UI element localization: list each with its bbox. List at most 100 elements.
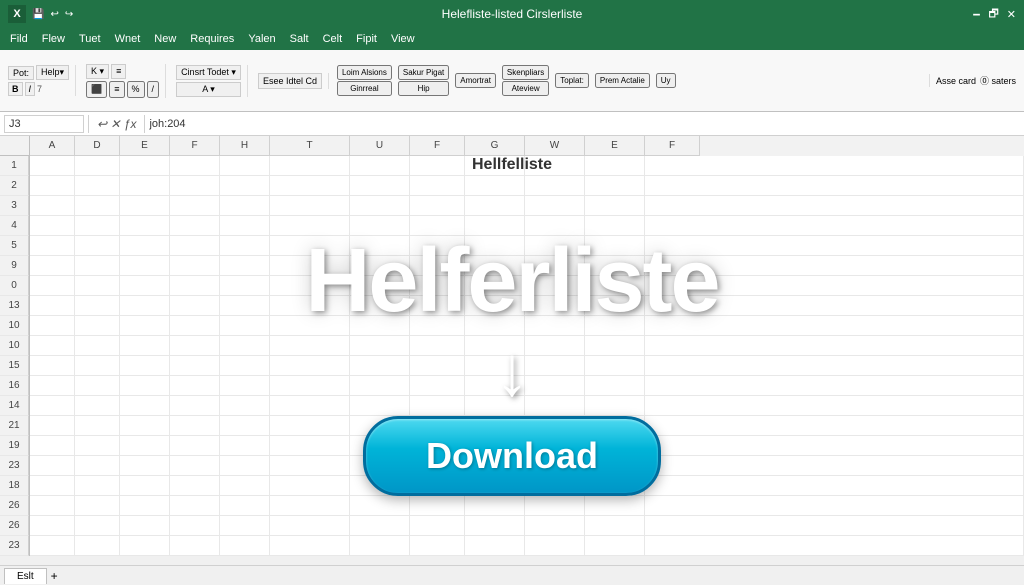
cell-19-10[interactable]: [585, 516, 645, 536]
cell-5-1[interactable]: [75, 236, 120, 256]
cell-19-last[interactable]: [645, 516, 1024, 536]
cell-7-10[interactable]: [585, 276, 645, 296]
cell-3-3[interactable]: [170, 196, 220, 216]
cell-16-2[interactable]: [120, 456, 170, 476]
row-header-26b[interactable]: 26: [0, 516, 29, 536]
cell-8-5[interactable]: [270, 296, 350, 316]
skenpliars-button[interactable]: Skenpliars: [502, 65, 549, 80]
cell-6-0[interactable]: [30, 256, 75, 276]
cell-12-9[interactable]: [525, 376, 585, 396]
row-header-23a[interactable]: 23: [0, 456, 29, 476]
col-header-f[interactable]: F: [170, 136, 220, 156]
cell-11-3[interactable]: [170, 356, 220, 376]
cell-w1[interactable]: [525, 156, 585, 176]
cell-14-2[interactable]: [120, 416, 170, 436]
cell-3-9[interactable]: [525, 196, 585, 216]
cell-10-5[interactable]: [270, 336, 350, 356]
cell-18-last[interactable]: [645, 496, 1024, 516]
cell-13-8[interactable]: [465, 396, 525, 416]
align-left-button[interactable]: ⬛: [86, 81, 107, 98]
cell-15-last[interactable]: [645, 436, 1024, 456]
row-header-9[interactable]: 9: [0, 256, 29, 276]
cell-9-last[interactable]: [645, 316, 1024, 336]
cell-6-5[interactable]: [270, 256, 350, 276]
formula-input[interactable]: joh:204: [149, 118, 1020, 130]
cell-19-3[interactable]: [170, 516, 220, 536]
paste-button[interactable]: Pot:: [8, 66, 34, 80]
cell-18-0[interactable]: [30, 496, 75, 516]
cell-9-4[interactable]: [220, 316, 270, 336]
menu-tuet[interactable]: Tuet: [73, 31, 107, 47]
cell-8-1[interactable]: [75, 296, 120, 316]
esee-idtel-button[interactable]: Esee Idtel Cd: [258, 73, 322, 89]
row-header-16[interactable]: 16: [0, 376, 29, 396]
cell-14-4[interactable]: [220, 416, 270, 436]
col-header-d[interactable]: D: [75, 136, 120, 156]
cell-18-7[interactable]: [410, 496, 465, 516]
col-header-e[interactable]: E: [120, 136, 170, 156]
cell-13-6[interactable]: [350, 396, 410, 416]
cell-8-2[interactable]: [120, 296, 170, 316]
cell-11-5[interactable]: [270, 356, 350, 376]
cell-4-8[interactable]: [465, 216, 525, 236]
cell-19-4[interactable]: [220, 516, 270, 536]
menu-new[interactable]: New: [148, 31, 182, 47]
row-header-3[interactable]: 3: [0, 196, 29, 216]
cell-19-5[interactable]: [270, 516, 350, 536]
cell-10-8[interactable]: [465, 336, 525, 356]
cell-7-3[interactable]: [170, 276, 220, 296]
cell-2-7[interactable]: [410, 176, 465, 196]
cell-8-3[interactable]: [170, 296, 220, 316]
cell-20-6[interactable]: [350, 536, 410, 556]
cell-10-9[interactable]: [525, 336, 585, 356]
cell-f3-1[interactable]: [645, 156, 1024, 176]
cell-4-7[interactable]: [410, 216, 465, 236]
cell-18-3[interactable]: [170, 496, 220, 516]
col-header-e2[interactable]: E: [585, 136, 645, 156]
cell-6-10[interactable]: [585, 256, 645, 276]
cell-20-2[interactable]: [120, 536, 170, 556]
cell-5-0[interactable]: [30, 236, 75, 256]
cell-3-8[interactable]: [465, 196, 525, 216]
cell-3-10[interactable]: [585, 196, 645, 216]
cell-16-4[interactable]: [220, 456, 270, 476]
cell-18-5[interactable]: [270, 496, 350, 516]
cell-5-3[interactable]: [170, 236, 220, 256]
row-header-18[interactable]: 18: [0, 476, 29, 496]
cell-4-2[interactable]: [120, 216, 170, 236]
cell-20-3[interactable]: [170, 536, 220, 556]
cell-15-1[interactable]: [75, 436, 120, 456]
cell-18-2[interactable]: [120, 496, 170, 516]
cell-11-8[interactable]: [465, 356, 525, 376]
cell-u1[interactable]: [350, 156, 410, 176]
cell-15-4[interactable]: [220, 436, 270, 456]
cell-13-1[interactable]: [75, 396, 120, 416]
cell-7-8[interactable]: [465, 276, 525, 296]
cell-19-7[interactable]: [410, 516, 465, 536]
cell-2-0[interactable]: [30, 176, 75, 196]
cell-5-5[interactable]: [270, 236, 350, 256]
cell-5-4[interactable]: [220, 236, 270, 256]
cell-17-0[interactable]: [30, 476, 75, 496]
prem-actalie-button[interactable]: Prem Actalie: [595, 73, 650, 88]
col-header-g[interactable]: G: [465, 136, 525, 156]
amortrat-button[interactable]: Amortrat: [455, 73, 496, 88]
cell-19-1[interactable]: [75, 516, 120, 536]
cell-6-2[interactable]: [120, 256, 170, 276]
cell-20-last[interactable]: [645, 536, 1024, 556]
row-header-19[interactable]: 19: [0, 436, 29, 456]
font-k-button[interactable]: K ▾: [86, 64, 109, 79]
cell-3-2[interactable]: [120, 196, 170, 216]
row-header-4[interactable]: 4: [0, 216, 29, 236]
cell-13-5[interactable]: [270, 396, 350, 416]
cell-3-1[interactable]: [75, 196, 120, 216]
cell-6-last[interactable]: [645, 256, 1024, 276]
row-header-0[interactable]: 0: [0, 276, 29, 296]
cell-10-4[interactable]: [220, 336, 270, 356]
format-button[interactable]: /: [147, 81, 160, 98]
row-header-2[interactable]: 2: [0, 176, 29, 196]
cell-9-10[interactable]: [585, 316, 645, 336]
loim-alsions-button[interactable]: Loim Alsions: [337, 65, 392, 80]
cell-4-last[interactable]: [645, 216, 1024, 236]
cell-4-6[interactable]: [350, 216, 410, 236]
